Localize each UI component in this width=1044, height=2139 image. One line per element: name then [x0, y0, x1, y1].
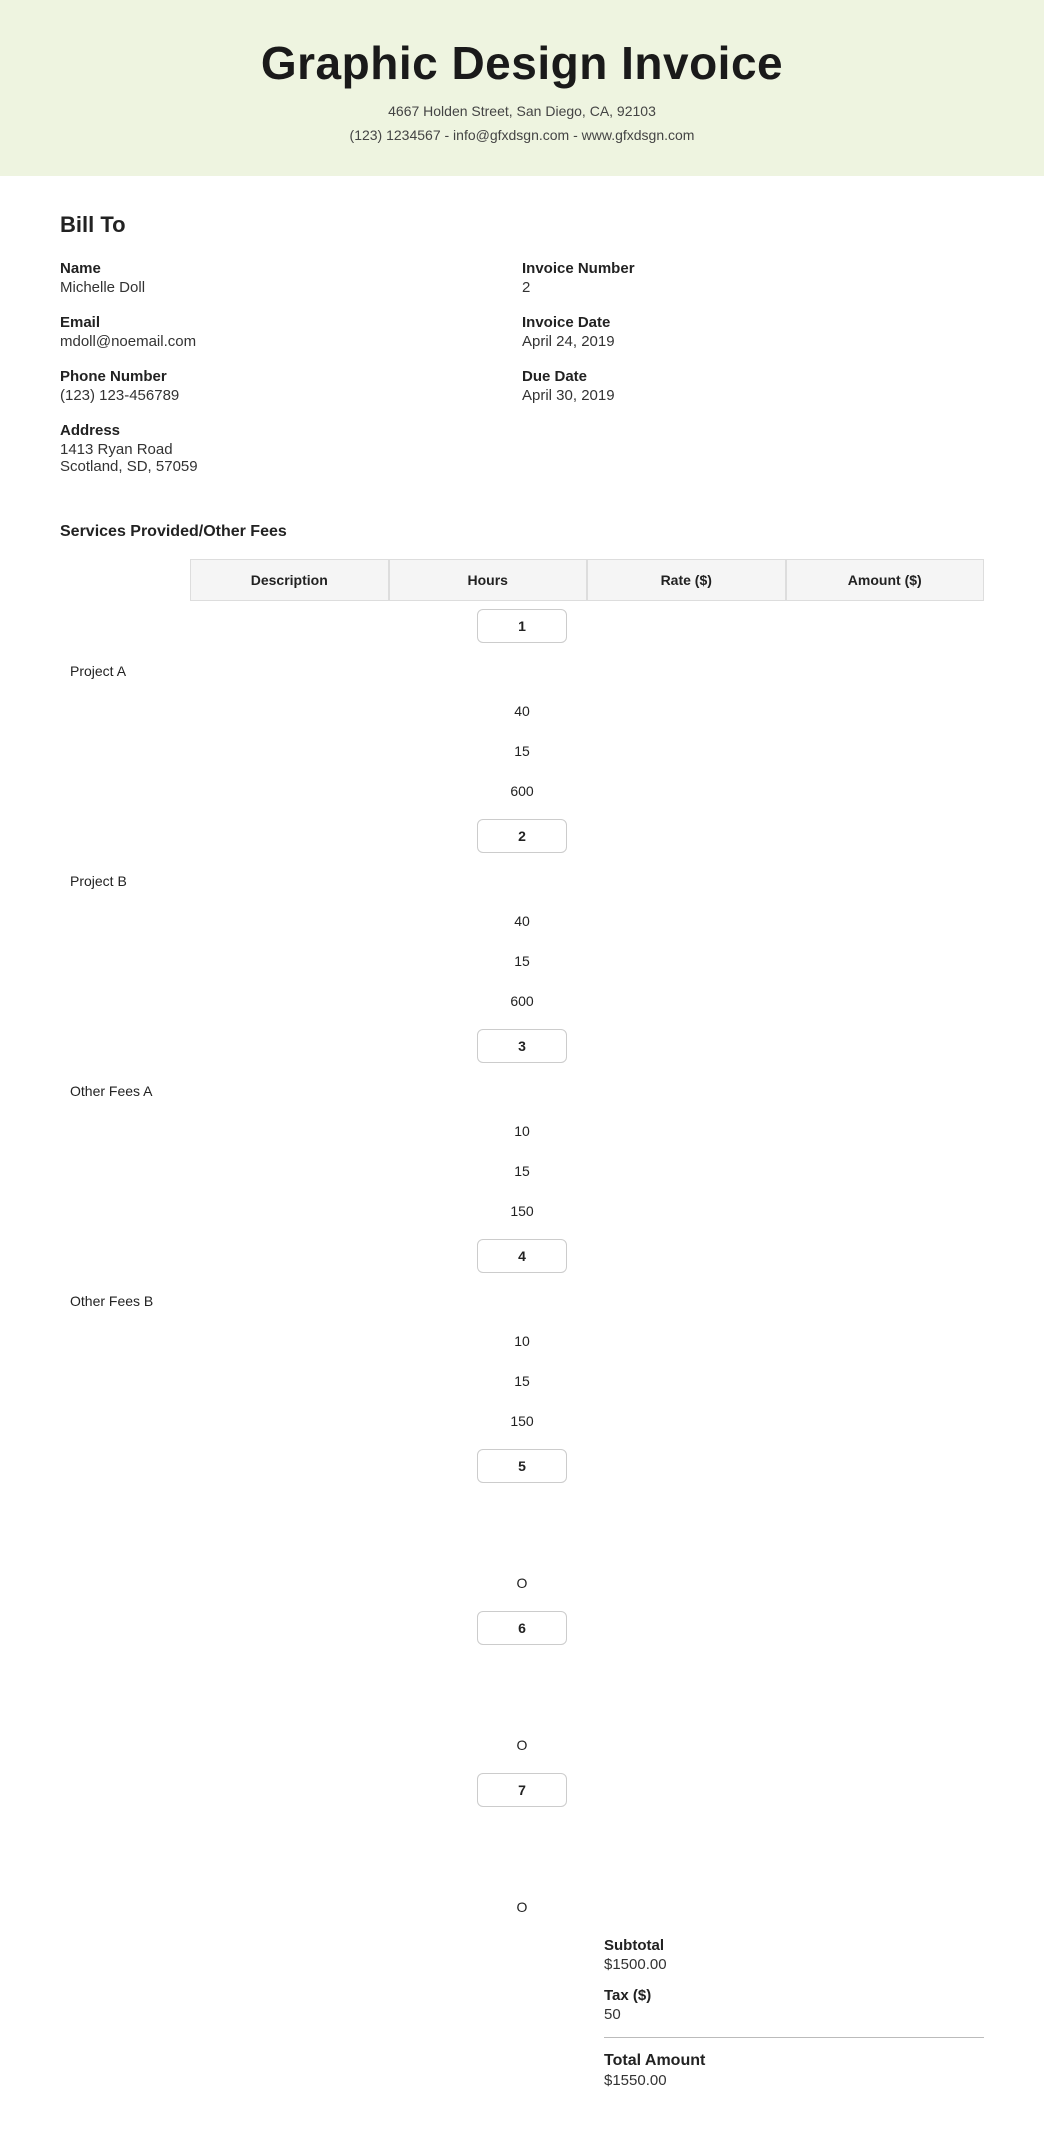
row-amount: O [60, 1725, 984, 1765]
row-amount: 600 [60, 981, 984, 1021]
invoice-number-value: 2 [522, 279, 984, 296]
th-amount: Amount ($) [786, 559, 985, 601]
row-hours [60, 1677, 984, 1701]
row-num: 6 [477, 1611, 567, 1645]
th-empty [60, 559, 190, 601]
name-label: Name [60, 260, 522, 277]
row-num: 4 [477, 1239, 567, 1273]
subtotal-value: $1500.00 [604, 1956, 984, 1973]
row-num: 1 [477, 609, 567, 643]
row-rate: 15 [60, 1361, 984, 1401]
invoice-date-block: Invoice Date April 24, 2019 [522, 314, 984, 350]
tax-item: Tax ($) 50 [604, 1987, 984, 2023]
summary-box: Subtotal $1500.00 Tax ($) 50 Total Amoun… [604, 1937, 984, 2103]
client-phone-block: Phone Number (123) 123-456789 [60, 368, 522, 404]
row-num-cell-wrap: 3 [60, 1021, 984, 1071]
invoice-number-block: Invoice Number 2 [522, 260, 984, 296]
subtotal-item: Subtotal $1500.00 [604, 1937, 984, 1973]
row-description [60, 1653, 984, 1677]
row-hours: 10 [60, 1321, 984, 1361]
row-rate: 15 [60, 1151, 984, 1191]
row-num-cell-wrap: 2 [60, 811, 984, 861]
subtotal-label: Subtotal [604, 1937, 984, 1954]
summary-divider [604, 2037, 984, 2038]
address-value-line1: 1413 Ryan Road [60, 441, 522, 458]
total-item: Total Amount $1550.00 [604, 2052, 984, 2089]
page-header: Graphic Design Invoice 4667 Holden Stree… [0, 0, 1044, 176]
row-amount: O [60, 1887, 984, 1927]
services-section-title: Services Provided/Other Fees [60, 523, 984, 541]
row-amount: 600 [60, 771, 984, 811]
address-label: Address [60, 422, 522, 439]
row-num: 5 [477, 1449, 567, 1483]
total-label: Total Amount [604, 2052, 984, 2070]
row-num: 3 [477, 1029, 567, 1063]
row-rate [60, 1539, 984, 1563]
row-num-cell-wrap: 7 [60, 1765, 984, 1815]
due-date-label: Due Date [522, 368, 984, 385]
row-num-cell-wrap: 1 [60, 601, 984, 651]
table-header-row: Description Hours Rate ($) Amount ($) [60, 559, 984, 601]
address-line2: (123) 1234567 - info@gfxdsgn.com - www.g… [20, 124, 1024, 148]
row-description: Other Fees B [60, 1281, 984, 1321]
row-amount: 150 [60, 1401, 984, 1441]
th-description: Description [190, 559, 389, 601]
page-title: Graphic Design Invoice [20, 36, 1024, 90]
table-body: 1Project A40156002Project B40156003Other… [60, 601, 984, 1927]
row-description: Project A [60, 651, 984, 691]
phone-value: (123) 123-456789 [60, 387, 522, 404]
address-value-line2: Scotland, SD, 57059 [60, 458, 522, 475]
th-hours: Hours [389, 559, 588, 601]
name-value: Michelle Doll [60, 279, 522, 296]
th-rate: Rate ($) [587, 559, 786, 601]
client-name-block: Name Michelle Doll [60, 260, 522, 296]
row-description [60, 1491, 984, 1515]
client-email-block: Email mdoll@noemail.com [60, 314, 522, 350]
due-date-block: Due Date April 30, 2019 [522, 368, 984, 404]
tax-label: Tax ($) [604, 1987, 984, 2004]
client-left-column: Name Michelle Doll Email mdoll@noemail.c… [60, 260, 522, 493]
client-info-section: Name Michelle Doll Email mdoll@noemail.c… [60, 260, 984, 493]
client-address-block: Address 1413 Ryan Road Scotland, SD, 570… [60, 422, 522, 475]
tax-value: 50 [604, 2006, 984, 2023]
client-right-column: Invoice Number 2 Invoice Date April 24, … [522, 260, 984, 493]
row-description [60, 1815, 984, 1839]
row-num-cell-wrap: 4 [60, 1231, 984, 1281]
row-num: 7 [477, 1773, 567, 1807]
bill-to-title: Bill To [60, 212, 984, 238]
email-value: mdoll@noemail.com [60, 333, 522, 350]
row-num: 2 [477, 819, 567, 853]
row-rate [60, 1863, 984, 1887]
row-hours: 10 [60, 1111, 984, 1151]
row-num-cell-wrap: 5 [60, 1441, 984, 1491]
due-date-value: April 30, 2019 [522, 387, 984, 404]
row-description: Project B [60, 861, 984, 901]
invoice-date-label: Invoice Date [522, 314, 984, 331]
row-hours [60, 1839, 984, 1863]
invoice-date-value: April 24, 2019 [522, 333, 984, 350]
main-content: Bill To Name Michelle Doll Email mdoll@n… [0, 176, 1044, 2139]
email-label: Email [60, 314, 522, 331]
row-amount: 150 [60, 1191, 984, 1231]
row-rate [60, 1701, 984, 1725]
services-table: Description Hours Rate ($) Amount ($) 1 P… [60, 559, 984, 1927]
phone-label: Phone Number [60, 368, 522, 385]
row-hours: 40 [60, 691, 984, 731]
company-address: 4667 Holden Street, San Diego, CA, 92103… [20, 100, 1024, 148]
row-rate: 15 [60, 941, 984, 981]
invoice-number-label: Invoice Number [522, 260, 984, 277]
row-rate: 15 [60, 731, 984, 771]
total-value: $1550.00 [604, 2072, 984, 2089]
row-hours [60, 1515, 984, 1539]
row-amount: O [60, 1563, 984, 1603]
row-hours: 40 [60, 901, 984, 941]
row-num-cell-wrap: 6 [60, 1603, 984, 1653]
summary-section: Subtotal $1500.00 Tax ($) 50 Total Amoun… [60, 1937, 984, 2103]
row-description: Other Fees A [60, 1071, 984, 1111]
address-line1: 4667 Holden Street, San Diego, CA, 92103 [20, 100, 1024, 124]
